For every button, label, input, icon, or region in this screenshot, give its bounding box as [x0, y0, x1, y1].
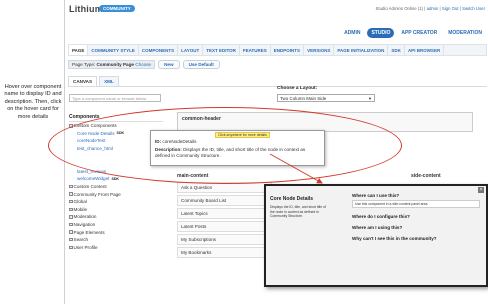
question-configure[interactable]: Where do I configure this? — [352, 214, 480, 219]
choose-link[interactable]: Choose — [135, 62, 151, 67]
layout-value: Two Column Main Side — [280, 96, 327, 101]
subnav-community-style[interactable]: COMMUNITY STYLE — [88, 45, 139, 55]
detail-card-desc: Displays the ID, title, and short title … — [270, 205, 326, 219]
topnav-studio[interactable]: STUDIO — [367, 28, 395, 38]
expand-icon[interactable] — [69, 230, 73, 234]
subnav-sdk[interactable]: SDK — [388, 45, 405, 55]
component-item-label: Custom Content — [73, 184, 107, 190]
expand-icon[interactable] — [69, 192, 73, 196]
component-item-label: Community Front Page — [73, 191, 121, 197]
component-tree-item[interactable]: Community Front Page — [69, 190, 169, 198]
component-item-label: Mobile — [73, 206, 88, 212]
component-search-input[interactable]: Type a component name or browse below — [69, 94, 161, 102]
subnav-text-editor[interactable]: TEXT EDITOR — [203, 45, 240, 55]
layout-label: Choose a Layout: — [277, 86, 318, 91]
subnav-features[interactable]: FEATURES — [240, 45, 271, 55]
expand-icon[interactable] — [69, 245, 73, 250]
answer-where-use: Use this component in a slim content pan… — [352, 200, 480, 208]
topnav-admin[interactable]: ADMIN — [340, 28, 364, 38]
expand-icon[interactable] — [69, 237, 73, 242]
main-item[interactable]: My Bookmarks — [177, 247, 272, 258]
canvas-tabs: CANVAS XML — [68, 76, 119, 86]
subnav-components[interactable]: COMPONENTS — [139, 45, 179, 55]
page-type-label: Page Type: — [72, 62, 96, 67]
annotation-note: Hover over component name to display ID … — [4, 84, 62, 120]
layout-select[interactable]: Two Column Main Side ▼ — [277, 94, 375, 102]
component-tree-item[interactable]: Navigation — [69, 221, 169, 229]
page-type-row: Page Type: Community Page Choose New Use… — [68, 60, 220, 69]
topnav-app-creator[interactable]: APP CREATOR — [397, 28, 441, 38]
subnav-api-browser[interactable]: API BROWSER — [405, 45, 445, 55]
chevron-down-icon: ▼ — [368, 96, 372, 101]
component-item-label: Page Elements — [73, 229, 105, 235]
component-tree-item[interactable]: Custom Content — [69, 183, 169, 191]
top-nav: ADMIN STUDIO APP CREATOR MODERATION — [340, 28, 486, 38]
page-type-value: Community Page — [96, 62, 134, 67]
online-status: Studio Admins Online (1) | — [375, 6, 426, 11]
main-item[interactable]: Latest Topics — [177, 208, 272, 219]
expand-icon[interactable] — [69, 199, 73, 204]
main-item[interactable]: My Subscriptions — [177, 234, 272, 245]
side-content-label: side-content — [411, 173, 441, 179]
detail-card-summary: Core Node Details Displays the ID, title… — [270, 196, 330, 219]
expand-icon[interactable] — [69, 207, 73, 212]
component-item-label: Moderation — [73, 214, 97, 220]
expand-icon[interactable] — [69, 215, 73, 219]
main-item[interactable]: Latest Posts — [177, 221, 272, 232]
subnav-layout[interactable]: LAYOUT — [178, 45, 204, 55]
subnav-endpoints[interactable]: ENDPOINTS — [271, 45, 305, 55]
signout-link[interactable]: Sign Out — [442, 6, 459, 11]
component-item-label: Global — [73, 199, 87, 205]
use-default-button[interactable]: Use Default — [182, 60, 220, 69]
subnav-page-init[interactable]: PAGE INITIALIZATION — [334, 45, 389, 55]
expand-icon[interactable] — [69, 184, 73, 189]
component-tree-item[interactable]: User Profile — [69, 244, 169, 252]
new-button[interactable]: New — [158, 60, 180, 69]
tab-canvas[interactable]: CANVAS — [68, 76, 98, 86]
detail-card[interactable]: × Core Node Details Displays the ID, tit… — [264, 184, 488, 287]
component-tree-item[interactable]: Search — [69, 236, 169, 244]
detail-card-questions: Where can I use this? Use this component… — [352, 193, 480, 241]
detail-card-title: Core Node Details — [270, 196, 314, 202]
component-item-label: welcomeWidget — [77, 176, 110, 182]
tab-xml[interactable]: XML — [99, 76, 119, 86]
highlight-ellipse — [48, 107, 402, 184]
user-link[interactable]: admin — [427, 6, 439, 11]
subnav-versions[interactable]: VERSIONS — [304, 45, 335, 55]
subnav-page[interactable]: PAGE — [69, 45, 89, 55]
topnav-moderation[interactable]: MODERATION — [444, 28, 486, 38]
sub-nav: PAGE COMMUNITY STYLE COMPONENTS LAYOUT T… — [68, 44, 487, 56]
lithium-logo: Lithium — [69, 4, 103, 14]
expand-icon[interactable] — [69, 222, 73, 227]
question-where-use[interactable]: Where can I use this? — [352, 193, 480, 198]
component-item-label: Navigation — [73, 222, 96, 228]
user-bar: Studio Admins Online (1) | admin | Sign … — [375, 6, 485, 11]
component-tree-item[interactable]: Global — [69, 198, 169, 206]
component-item-label: User Profile — [73, 244, 98, 250]
component-tree-item[interactable]: Page Elements — [69, 228, 169, 236]
main-item[interactable]: Community Board List — [177, 195, 272, 206]
component-tree-item[interactable]: Mobile — [69, 206, 169, 214]
sdk-badge: SDK — [111, 176, 120, 181]
question-why-cant-see[interactable]: Why can't I see this in the community? — [352, 236, 480, 241]
community-badge: COMMUNITY — [99, 5, 135, 12]
component-item-label: Search — [73, 237, 89, 243]
component-tree-item[interactable]: Moderation — [69, 213, 169, 221]
question-where-using[interactable]: Where am I using this? — [352, 225, 480, 230]
switch-user-link[interactable]: Switch User — [462, 6, 485, 11]
page-type-selector: Page Type: Community Page Choose — [68, 60, 156, 69]
